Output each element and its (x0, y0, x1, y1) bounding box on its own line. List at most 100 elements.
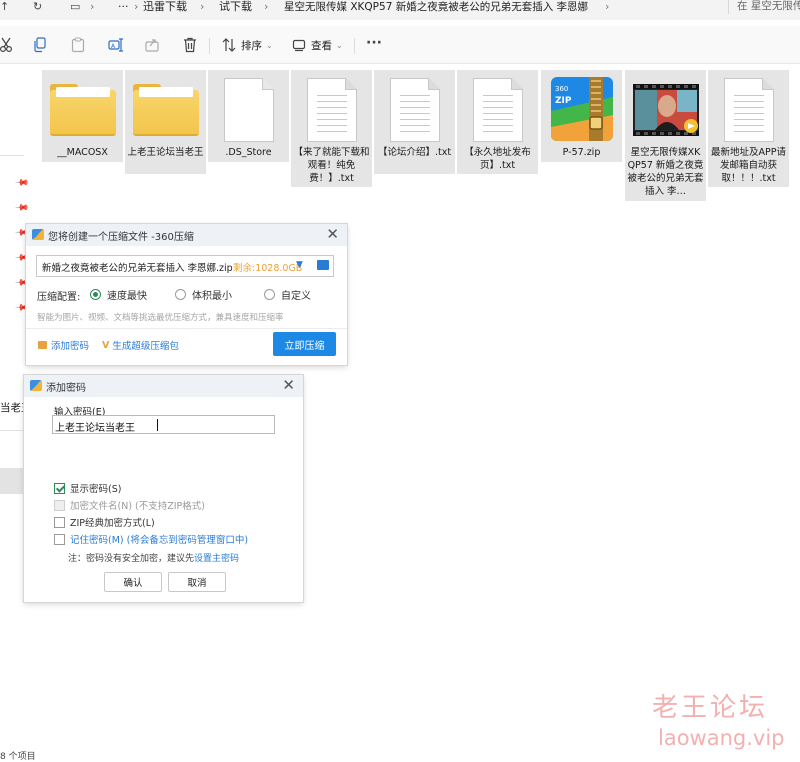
svg-text:360: 360 (555, 85, 568, 93)
breadcrumb-item[interactable]: 试下载 (219, 0, 252, 20)
dialog-titlebar: 您将创建一个压缩文件 -360压缩 ✕ (26, 224, 347, 246)
nav-divider (0, 155, 24, 156)
pin-icon: 📌 (14, 200, 30, 216)
option-custom[interactable]: 自定义 (264, 287, 311, 302)
file-name: 【永久地址发布页】.txt (464, 147, 531, 171)
text-file-icon (389, 78, 440, 142)
chevron-down-icon: ⌄ (336, 40, 343, 50)
close-icon[interactable]: ✕ (282, 376, 295, 394)
breadcrumb-current[interactable]: 星空无限传媒 XKQP57 新婚之夜竟被老公的兄弟无套插入 李恩娜 (284, 0, 588, 20)
up-arrow-icon[interactable]: ↑ (0, 0, 9, 20)
add-password-link[interactable]: 添加密码 (38, 338, 89, 352)
watermark-url: laowang.vip (658, 726, 785, 750)
compress-now-button[interactable]: 立即压缩 (273, 332, 336, 356)
copy-icon[interactable] (33, 36, 47, 54)
toolbar-divider (354, 38, 355, 54)
close-icon[interactable]: ✕ (326, 225, 339, 243)
radio-selected-icon (90, 289, 101, 300)
refresh-icon[interactable]: ↻ (33, 0, 42, 20)
rename-icon[interactable]: A (108, 36, 124, 54)
paste-icon[interactable] (71, 36, 85, 54)
encrypt-filenames-checkbox[interactable]: 加密文件名(N) (不支持ZIP格式) (54, 498, 205, 512)
breadcrumb-separator-icon: › (134, 0, 139, 13)
toolbar-divider (209, 38, 210, 54)
file-name: 最新地址及APP请发邮箱自动获取！！！.txt (711, 147, 786, 184)
breadcrumb-separator-icon: › (90, 0, 95, 13)
compression-config-label: 压缩配置: (37, 292, 81, 303)
checkbox-icon (54, 516, 65, 528)
compress-dialog: 您将创建一个压缩文件 -360压缩 ✕ 新婚之夜竟被老公的兄弟无套插入 李恩娜.… (26, 224, 347, 365)
option-smallest[interactable]: 体积最小 (175, 287, 232, 302)
folder-icon (49, 84, 116, 136)
delete-icon[interactable] (183, 36, 197, 54)
text-caret (157, 419, 158, 431)
file-name: 【论坛介绍】.txt (377, 147, 452, 158)
radio-icon (175, 289, 186, 300)
dropdown-arrow-icon[interactable]: ▼ (296, 260, 303, 270)
breadcrumb-separator-icon: › (200, 0, 205, 13)
password-note: 注：密码没有安全加密，建议先设置主密码 (68, 554, 240, 564)
option-fastest[interactable]: 速度最快 (90, 287, 147, 302)
nav-item-selected[interactable] (0, 468, 24, 494)
vip-icon: V (102, 339, 110, 351)
archive-path-field[interactable]: 新婚之夜竟被老公的兄弟无套插入 李恩娜.zip 剩余:1028.0GB ▼ (36, 255, 334, 277)
remember-password-checkbox[interactable]: 记住密码(M) (将会备忘到密码管理窗口中) (54, 532, 248, 546)
file-name: 上老王论坛当老王 (127, 147, 204, 158)
chevron-down-icon: ⌄ (266, 40, 273, 50)
sort-button[interactable]: 排序 ⌄ (222, 36, 273, 54)
set-master-password-link[interactable]: 设置主密码 (194, 554, 239, 564)
file-name: P-57.zip (562, 147, 601, 158)
dialog-divider (26, 328, 347, 329)
more-options-icon[interactable]: ··· (366, 34, 382, 52)
cut-icon[interactable] (0, 36, 12, 54)
file-name: 星空无限传媒XKQP57 新婚之夜竟被老公的兄弟无套插入 李… (627, 147, 704, 197)
search-input[interactable]: 在 星空无限传媒 (728, 0, 800, 14)
show-password-checkbox[interactable]: 显示密码(S) (54, 481, 121, 495)
360zip-app-icon (30, 380, 42, 391)
password-field[interactable]: 上老王论坛当老王 (52, 415, 275, 434)
file-tile[interactable]: 360 ZIP P-57.zip (541, 70, 622, 162)
status-bar-count: 8 个项目 (0, 752, 36, 762)
breadcrumb-expand-icon[interactable]: › (605, 0, 609, 20)
free-space-label: 剩余:1028.0GB (233, 263, 303, 274)
blank-file-icon (223, 78, 274, 142)
file-name: 【来了就能下载和观看！纯免费！】.txt (293, 147, 370, 184)
360zip-app-icon (32, 229, 44, 240)
watermark-text: 老王论坛 (652, 693, 769, 723)
file-tile[interactable]: 【永久地址发布页】.txt (457, 70, 538, 174)
text-file-icon (723, 78, 774, 142)
view-button[interactable]: 查看 ⌄ (292, 36, 343, 54)
file-tile[interactable]: 最新地址及APP请发邮箱自动获取！！！.txt (708, 70, 789, 187)
breadcrumb-separator-icon: › (264, 0, 269, 13)
compression-hint: 智能为图片、视频、文档等挑选最优压缩方式，兼具速度和压缩率 (37, 313, 284, 323)
video-file-icon (632, 84, 699, 136)
sort-icon (222, 38, 236, 52)
breadcrumb-overflow-icon[interactable]: ··· (118, 0, 129, 20)
cancel-button[interactable]: 取消 (168, 572, 226, 592)
checkbox-icon (54, 533, 65, 545)
super-pack-link[interactable]: V 生成超级压缩包 (102, 338, 179, 353)
monitor-icon[interactable]: ▭ (70, 0, 80, 20)
password-dialog: 添加密码 ✕ 输入密码(E) 上老王论坛当老王 显示密码(S) 加密文件名(N)… (24, 375, 303, 602)
text-file-icon (306, 78, 357, 142)
zip-classic-checkbox[interactable]: ZIP经典加密方式(L) (54, 515, 155, 529)
radio-icon (264, 289, 275, 300)
file-tile[interactable]: 星空无限传媒XKQP57 新婚之夜竟被老公的兄弟无套插入 李… (625, 70, 706, 201)
file-tile[interactable]: __MACOSX (42, 70, 123, 162)
file-tile[interactable]: 【来了就能下载和观看！纯免费！】.txt (291, 70, 372, 187)
view-icon (292, 39, 306, 52)
file-name: .DS_Store (225, 147, 272, 158)
sort-label: 排序 (241, 39, 262, 52)
share-icon[interactable] (145, 36, 159, 54)
archive-filename: 新婚之夜竟被老公的兄弟无套插入 李恩娜.zip (42, 263, 233, 274)
file-tile[interactable]: 【论坛介绍】.txt (374, 70, 455, 174)
pin-icon: 📌 (14, 175, 30, 191)
file-name: __MACOSX (57, 147, 108, 158)
confirm-button[interactable]: 确认 (104, 572, 162, 592)
zip-archive-icon: 360 ZIP (550, 77, 613, 141)
file-tile[interactable]: 上老王论坛当老王 (125, 70, 206, 174)
browse-folder-icon[interactable] (317, 260, 329, 270)
file-tile[interactable]: .DS_Store (208, 70, 289, 162)
breadcrumb-item[interactable]: 迅雷下载 (143, 0, 187, 20)
folder-icon (132, 84, 199, 136)
